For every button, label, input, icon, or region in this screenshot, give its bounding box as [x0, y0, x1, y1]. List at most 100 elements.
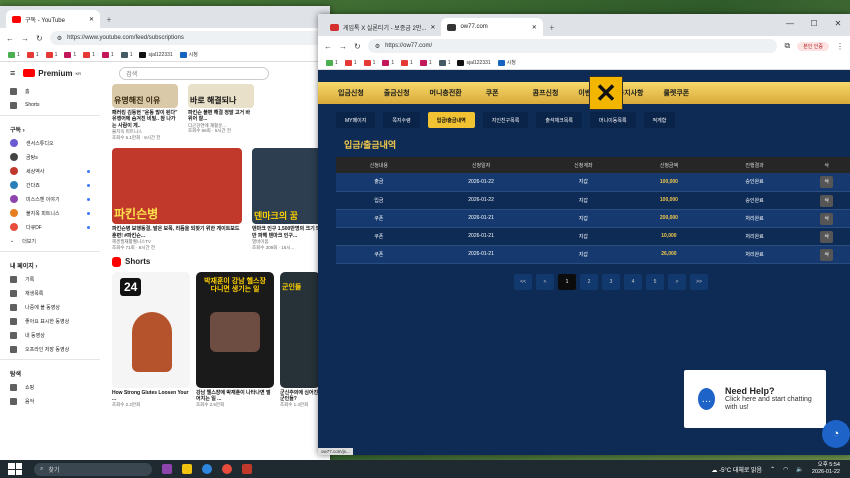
subscriptions-header[interactable]: 구독 ›	[0, 119, 100, 136]
delete-button[interactable]: 삭	[820, 212, 833, 225]
close-overlay-icon[interactable]: ✕	[589, 76, 623, 110]
delete-button[interactable]: 삭	[820, 248, 833, 261]
sidebar-item-music[interactable]: 음악	[0, 394, 100, 408]
sidebar-item-history[interactable]: 기록	[0, 272, 100, 286]
sidebar-item-sub[interactable]: 미스스헨 이야기	[0, 192, 100, 206]
subtab-transactions[interactable]: 입금/출금내역	[427, 112, 475, 128]
video-card[interactable]: 파킨슨병 파킨슨병 보행동결, 발은 보폭, 리듬을 되찾기 위한 게이트보드 …	[112, 148, 242, 250]
sidebar-item-sub[interactable]: 센서스튜디오	[0, 136, 100, 150]
bookmark-item[interactable]: 1	[45, 51, 57, 58]
sidebar-item-sub[interactable]: 곰탕s	[0, 150, 100, 164]
tab-close-icon[interactable]: ✕	[430, 24, 435, 31]
video-title[interactable]: 파킨슨병 보행동결, 발은 보폭, 리듬을 되찾기 위한 게이트보드 훈련! #…	[112, 226, 242, 239]
my-page-header[interactable]: 내 페이지 ›	[0, 255, 100, 272]
bookmark-item[interactable]: sjal122331	[139, 51, 173, 58]
page-next-button[interactable]: >	[668, 273, 686, 290]
taskbar-search-input[interactable]: ⌕ 찾기	[34, 462, 152, 476]
page-2-button[interactable]: 2	[580, 273, 598, 290]
video-card[interactable]: 유명해진 이유 패러킹 김동현 "운동 많이 된다" 유행어에 숨겨진 비밀..…	[112, 84, 178, 140]
video-title[interactable]: 파킨슨 불편 해결 정말 고거 바위어 잘...	[188, 110, 254, 123]
maximize-icon[interactable]: ☐	[802, 14, 826, 32]
sidebar-item-sub[interactable]: 간다죠	[0, 178, 100, 192]
app-chrome-active-icon[interactable]	[242, 464, 252, 474]
forward-icon[interactable]: →	[339, 42, 347, 51]
video-title[interactable]: 패러킹 김동현 "운동 많이 된다" 유행어에 숨겨진 비밀.. 참 나가는 사…	[112, 110, 178, 129]
tab-gametalk[interactable]: 게임톡 X 실론티기 - 보증금 2만... ✕	[324, 18, 441, 36]
reload-icon[interactable]: ↻	[354, 42, 361, 51]
close-window-icon[interactable]: ✕	[826, 14, 850, 32]
bookmark-item[interactable]: 1	[26, 51, 39, 58]
bookmark-item[interactable]: 1	[344, 59, 357, 66]
page-last-button[interactable]: >>	[690, 273, 708, 290]
bookmark-item[interactable]: 1	[83, 51, 95, 58]
short-title[interactable]: 군신주의에 심어진 군인들?	[280, 390, 320, 403]
new-tab-button[interactable]: ＋	[100, 10, 118, 28]
sidebar-item-playlists[interactable]: 재생목록	[0, 286, 100, 300]
volume-icon[interactable]: 🔈	[796, 466, 803, 473]
bookmark-item[interactable]: 1	[326, 59, 338, 66]
youtube-logo[interactable]: Premium KR	[23, 69, 81, 78]
tab-close-icon[interactable]: ✕	[532, 24, 537, 31]
nav-roulette-coupon[interactable]: 룰렛쿠폰	[663, 88, 689, 98]
page-3-button[interactable]: 3	[602, 273, 620, 290]
network-icon[interactable]: ◠	[783, 466, 788, 473]
sidebar-item-more[interactable]: ⌄ 더보기	[0, 234, 100, 248]
subtab-mypage[interactable]: MY페이지	[336, 112, 376, 128]
nav-money-exchange[interactable]: 머니충전환	[430, 88, 462, 98]
bookmark-item[interactable]: 시청	[179, 51, 198, 58]
bookmark-item[interactable]: 1	[363, 59, 375, 66]
profile-button[interactable]: 본인 인증	[797, 41, 829, 51]
bookmark-item[interactable]: 1	[64, 51, 76, 58]
nav-deposit[interactable]: 입금신청	[338, 88, 364, 98]
subtab-attendance[interactable]: 출석체크목록	[536, 112, 582, 128]
video-thumbnail[interactable]: 덴마크의 꿈	[252, 148, 322, 225]
subtab-friends[interactable]: 지인친구목록	[482, 112, 529, 128]
sidebar-item-home[interactable]: 홈	[0, 84, 100, 98]
page-prev-button[interactable]: <	[536, 273, 554, 290]
site-info-icon[interactable]: ⚙	[375, 43, 380, 50]
new-tab-button[interactable]: ＋	[543, 18, 561, 36]
short-title[interactable]: 강남 헬스장에 박재훈이 나타나면 벌어지는 일 ...	[196, 390, 274, 403]
subtab-money-move[interactable]: 머니이동목록	[589, 112, 636, 128]
sidebar-item-sub[interactable]: 불지옥 피트니스	[0, 206, 100, 220]
short-thumbnail[interactable]: 박재훈이 강남 헬스장 다니면 생기는 일	[196, 271, 274, 388]
app-explorer-icon[interactable]	[182, 464, 192, 474]
chat-launcher-icon[interactable]: ◔	[822, 420, 850, 448]
bookmark-item[interactable]: 1	[120, 51, 132, 58]
video-thumbnail[interactable]: 바로 해결되나	[188, 84, 254, 108]
back-icon[interactable]: ←	[324, 42, 332, 51]
page-first-button[interactable]: <<	[514, 273, 532, 290]
hamburger-menu-icon[interactable]: ≡	[10, 68, 15, 78]
delete-button[interactable]: 삭	[820, 230, 833, 243]
youtube-search-input[interactable]: 검색	[119, 66, 270, 80]
nav-comp[interactable]: 콤프신청	[533, 88, 559, 98]
bookmark-item[interactable]: 1	[419, 59, 432, 66]
extensions-icon[interactable]: ⧉	[784, 41, 790, 51]
bookmark-item[interactable]: 1	[382, 59, 394, 66]
video-thumbnail[interactable]: 유명해진 이유	[112, 84, 178, 108]
page-5-button[interactable]: 5	[646, 273, 664, 290]
windows-start-icon[interactable]	[8, 463, 22, 475]
short-card[interactable]: 24 How Strong Glutes Loosen Your ... 조회수…	[112, 271, 190, 408]
site-info-icon[interactable]: ⚙	[57, 35, 62, 42]
page-1-button[interactable]: 1	[558, 273, 576, 290]
reload-icon[interactable]: ↻	[36, 34, 43, 43]
subtab-messages[interactable]: 쪽지수령	[383, 112, 420, 128]
short-thumbnail[interactable]: 군인들	[280, 271, 320, 388]
short-title[interactable]: How Strong Glutes Loosen Your ...	[112, 390, 190, 403]
sidebar-item-shorts[interactable]: Shorts	[0, 98, 100, 112]
bookmark-item[interactable]: 1	[401, 59, 413, 66]
minimize-icon[interactable]: —	[778, 14, 802, 32]
nav-coupon[interactable]: 쿠폰	[486, 88, 499, 98]
sidebar-item-watch-later[interactable]: 나중에 볼 동영상	[0, 300, 100, 314]
video-card[interactable]: 덴마크의 꿈 덴마크 인구 1,500만명의 크기 5만 파헤 덴마크 인구..…	[252, 148, 322, 250]
left-address-bar[interactable]: ⚙ https://www.youtube.com/feed/subscript…	[49, 31, 324, 45]
taskbar-clock[interactable]: 오후 5:54 2026-01-22	[812, 462, 840, 475]
sidebar-item-sub[interactable]: 다큐DF	[0, 220, 100, 234]
short-thumbnail[interactable]: 24	[112, 271, 190, 388]
delete-button[interactable]: 삭	[820, 176, 833, 189]
delete-button[interactable]: 삭	[820, 194, 833, 207]
video-thumbnail[interactable]: 파킨슨병	[112, 148, 242, 225]
bookmark-item[interactable]: 1	[101, 51, 114, 58]
sidebar-item-sub[interactable]: 세상역사	[0, 164, 100, 178]
